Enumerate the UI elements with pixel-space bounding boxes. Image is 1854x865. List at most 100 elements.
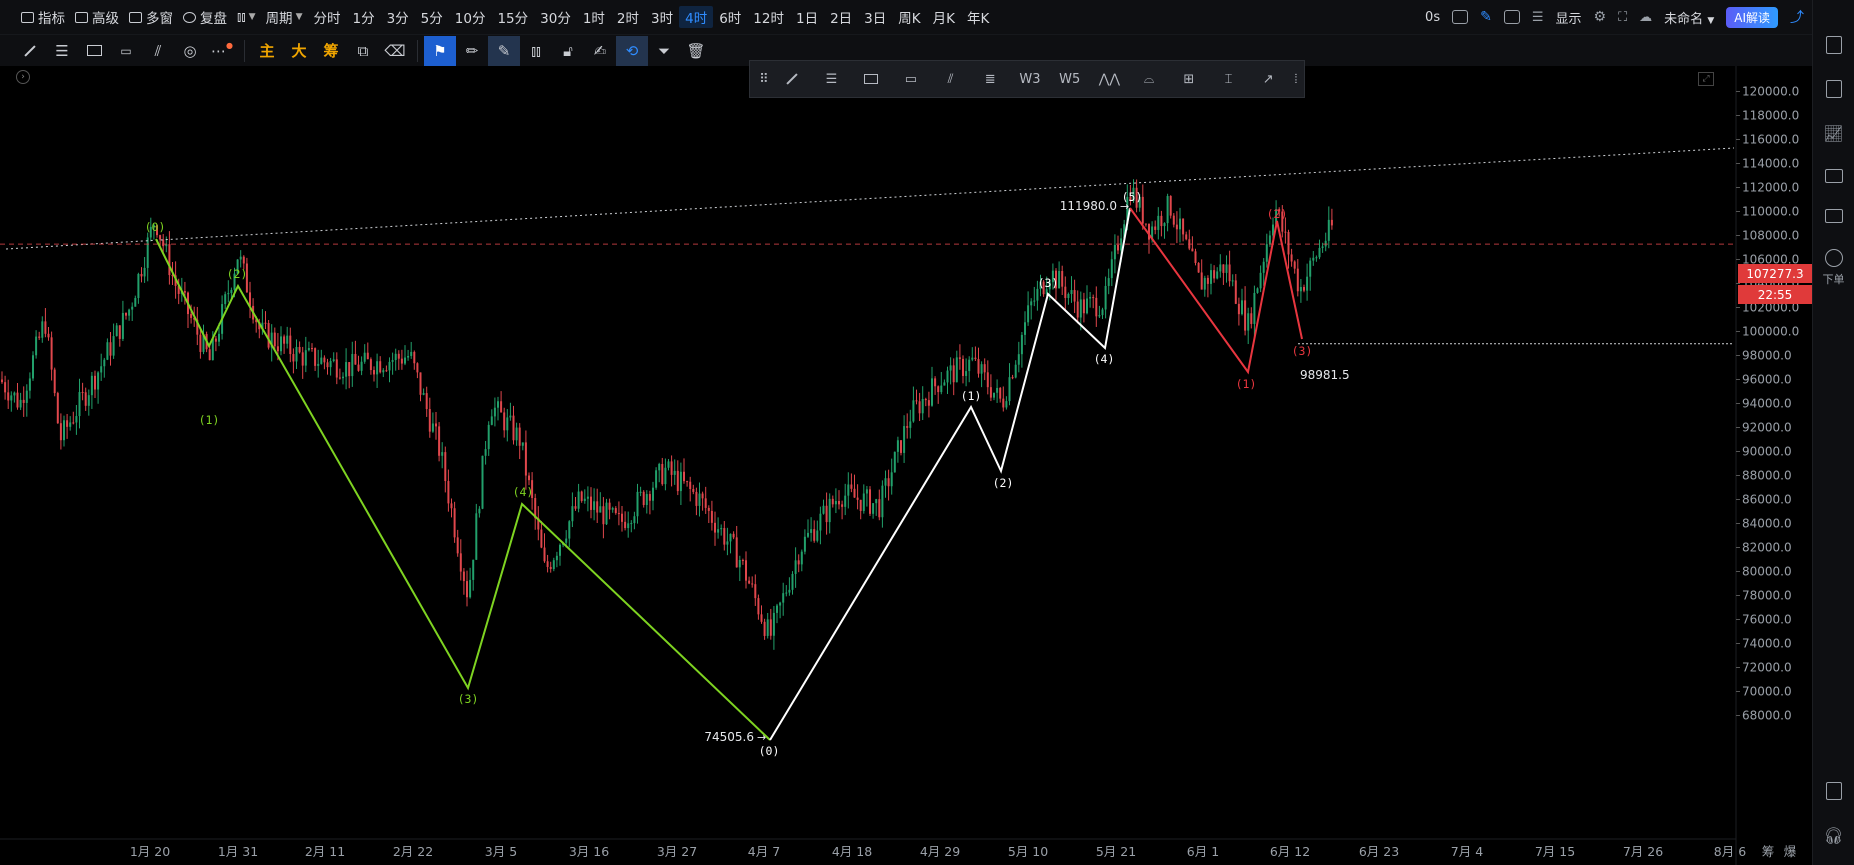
candle-body [1070, 290, 1073, 294]
big-order-button[interactable]: 大 [283, 36, 315, 66]
chart-type-dropdown[interactable]: ⫾⫾ ▼ [232, 5, 261, 29]
ray-tool[interactable] [772, 64, 812, 94]
parallel-lines-tool[interactable]: ☰ [812, 64, 852, 94]
channel-tool[interactable]: ⫽ [142, 36, 174, 66]
period-dropdown[interactable]: 周期 ▼ [261, 5, 308, 29]
draw-mode-tool[interactable]: ✎ [488, 35, 520, 66]
trendline-tool[interactable] [14, 36, 46, 66]
layout-icon[interactable] [1825, 782, 1842, 800]
eraser-tool[interactable]: ⌫ [379, 36, 411, 66]
candle-body [884, 478, 887, 486]
filter-tool[interactable]: ⏷ [648, 36, 680, 66]
multi-window-button[interactable]: 多窗 [124, 5, 178, 29]
arc-tool[interactable]: ⌓ [1129, 64, 1169, 94]
period-1[interactable]: 1分 [346, 6, 380, 28]
edit-tool[interactable]: ✍ [584, 36, 616, 66]
advanced-button[interactable]: 高级 [70, 5, 124, 29]
magnet-tool[interactable]: ✏ [456, 36, 488, 66]
y-tick-label: 72000.0 [1742, 661, 1792, 675]
price-chart[interactable]: (0)(1)(2)(3)(4)(0)(1)(2)(3)(4)(5)(1)(2)(… [0, 66, 1812, 865]
period-5[interactable]: 15分 [491, 6, 534, 28]
chart-area[interactable]: (0) (1) (2) (3) (4) (0) (1) (2) (3) (4) (5) (1) (2)(… [0, 66, 1812, 865]
lock-tool[interactable]: 🔓︎ [552, 36, 584, 66]
pitchfork-tool[interactable]: ⫽ [931, 64, 971, 94]
candle-body [1020, 334, 1023, 355]
period-16[interactable]: 周K [892, 6, 926, 28]
layout-name-dropdown[interactable]: 未命名 ▼ [1664, 8, 1714, 27]
wallet-icon[interactable] [1824, 209, 1843, 223]
period-7[interactable]: 1时 [577, 6, 611, 28]
arrow-tool[interactable]: ↗ [1248, 64, 1288, 94]
order-label[interactable]: 下单 [1823, 271, 1845, 287]
camera-icon[interactable] [1452, 10, 1469, 24]
fibonacci-circle-tool[interactable]: ◎ [174, 36, 206, 66]
candle-group-tool[interactable]: ⫾⫾ [520, 36, 552, 66]
rectangle-tool[interactable] [78, 36, 110, 66]
compare-tool[interactable]: ⧉ [347, 36, 379, 66]
period-11[interactable]: 6时 [713, 6, 747, 28]
latency-indicator: 0s [1425, 9, 1441, 25]
candle-body [903, 426, 906, 453]
period-15[interactable]: 3日 [858, 6, 892, 28]
candle-body [162, 239, 165, 247]
period-2[interactable]: 3分 [381, 6, 415, 28]
display-button[interactable]: 显示 [1555, 8, 1581, 27]
wave5-tool[interactable]: W5 [1050, 64, 1090, 94]
indicator-button[interactable]: 指标 [16, 5, 70, 29]
candle-body [475, 513, 478, 560]
pen-icon[interactable]: ✎ [1480, 9, 1492, 25]
ai-interpret-button[interactable]: AI解读 [1726, 6, 1778, 28]
delete-tool[interactable]: 🗑︎ [680, 36, 712, 66]
gear-icon[interactable]: ⚙ [1594, 9, 1607, 25]
period-14[interactable]: 2日 [824, 6, 858, 28]
chart-icon[interactable]: 📈︎ [1823, 124, 1843, 143]
fib-retracement-tool[interactable]: ≣ [970, 64, 1010, 94]
period-10[interactable]: 4时 [679, 6, 714, 28]
pattern-tool[interactable]: ⋀⋀ [1090, 64, 1130, 94]
text-tool[interactable]: ⌶ [1209, 64, 1249, 94]
period-8[interactable]: 2时 [611, 6, 645, 28]
list-icon[interactable]: ☰ [1532, 10, 1544, 25]
period-0[interactable]: 分时 [307, 6, 346, 28]
currency-icon[interactable] [1825, 80, 1842, 98]
wave3-tool[interactable]: W3 [1010, 64, 1050, 94]
cross-box-tool[interactable]: ⊞ [1169, 64, 1209, 94]
share-icon[interactable]: ⤴ [1790, 7, 1804, 27]
sync-tool[interactable]: ⟲ [616, 35, 648, 66]
expand-panel-icon[interactable]: › [16, 70, 30, 84]
monitor-icon[interactable] [1824, 169, 1843, 183]
candle-body [1250, 313, 1253, 324]
candle-body [280, 336, 282, 352]
headset-icon[interactable]: 🎧︎ [1823, 826, 1843, 845]
more-tools[interactable]: ⋯ ● [206, 36, 238, 66]
collapse-handle-icon[interactable]: ⦙ [1288, 64, 1304, 94]
candle-body [1005, 401, 1008, 408]
bookmark-tool[interactable]: ⚑ [424, 35, 456, 66]
candle-body [301, 352, 304, 366]
box-tool[interactable] [851, 64, 891, 94]
horizontal-line-tool[interactable]: ☰ [46, 36, 78, 66]
popout-icon[interactable] [1503, 10, 1520, 24]
document-icon[interactable] [1825, 36, 1842, 54]
order-icon[interactable] [1824, 249, 1843, 267]
maximize-chart-icon[interactable]: ⤢ [1698, 72, 1714, 86]
candle-body [698, 493, 701, 506]
period-12[interactable]: 12时 [747, 6, 790, 28]
drag-handle-icon[interactable]: ⠿ [756, 64, 772, 94]
period-4[interactable]: 10分 [449, 6, 492, 28]
period-3[interactable]: 5分 [415, 6, 449, 28]
candle-body [549, 566, 552, 570]
chip-button[interactable]: 筹 [315, 36, 347, 66]
fullscreen-icon[interactable]: ⛶ [1618, 10, 1627, 25]
period-6[interactable]: 30分 [534, 6, 577, 28]
candle-body [351, 353, 354, 377]
period-17[interactable]: 月K [927, 6, 961, 28]
period-13[interactable]: 1日 [790, 6, 824, 28]
replay-button[interactable]: 复盘 [178, 5, 232, 29]
period-9[interactable]: 3时 [645, 6, 679, 28]
period-18[interactable]: 年K [961, 6, 995, 28]
measure-tool[interactable]: ▭ [891, 64, 931, 94]
candle-body [862, 493, 865, 511]
ruler-tool[interactable]: ▭ [110, 36, 142, 66]
main-force-button[interactable]: 主 [251, 36, 283, 66]
